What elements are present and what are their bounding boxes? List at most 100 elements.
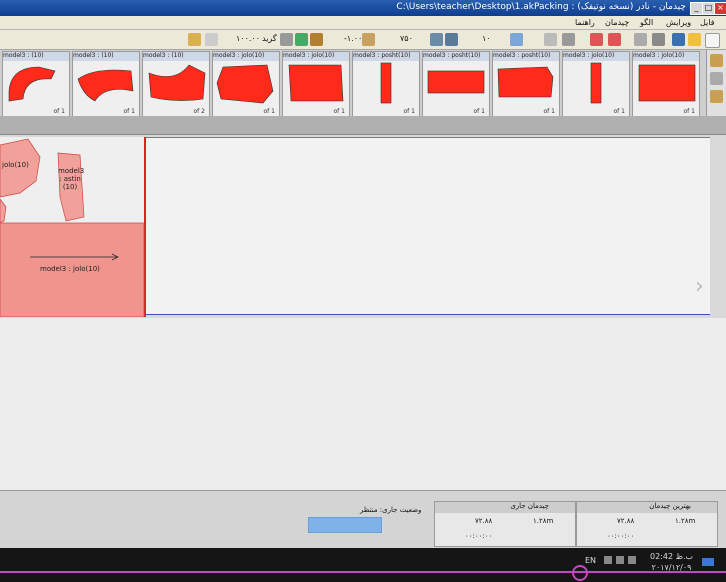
thumbnail-title: model3 : (10) [73, 52, 139, 61]
flip-icon[interactable] [634, 33, 647, 46]
thumbnail-shape [216, 64, 274, 104]
placed-piece[interactable] [0, 198, 7, 224]
tool-icon[interactable] [710, 90, 723, 103]
menu-edit[interactable]: ویرایش [666, 18, 691, 27]
thumbnail-title: model3 : posht(10) [423, 52, 489, 61]
chevron-right-icon[interactable]: › [695, 274, 704, 299]
grid-icon[interactable] [562, 33, 575, 46]
settings-icon[interactable] [280, 33, 293, 46]
thumbnail-title: model3 : posht(10) [353, 52, 419, 61]
show-desktop-icon[interactable] [702, 558, 714, 566]
undo-icon[interactable] [608, 33, 621, 46]
thumbnail-count: of 1 [263, 108, 275, 115]
thumbnail-shape [380, 62, 392, 104]
tray-icon[interactable] [604, 556, 612, 564]
title-bar: C:\Users\teacher\Desktop\1.akPacking : (… [0, 0, 726, 16]
fabric-sheet: jolo(10) model3 : astin (10) model3 : jo… [0, 137, 146, 317]
side-tool-strip [706, 50, 726, 120]
display-icon[interactable] [445, 33, 458, 46]
piece-label: model3 : jolo(10) [40, 265, 100, 273]
clock[interactable]: 02:42 ب.ظ ۲۰۱۷/۱۲/۰۹ [650, 551, 693, 573]
pattern-thumbnail[interactable]: model3 : (10) of 1 [2, 51, 70, 117]
thumbnail-title: model3 : (10) [143, 52, 209, 61]
piece-label: model3 : astin (10) [58, 167, 85, 191]
layout-icon[interactable] [510, 33, 523, 46]
efficiency-value: ۷۲.۸۸ [617, 517, 635, 525]
tool-icon[interactable] [710, 54, 723, 67]
splitter-bar[interactable] [0, 116, 726, 135]
thumbnail-count: of 1 [473, 108, 485, 115]
thumbnail-title: model3 : jolo(10) [563, 52, 629, 61]
length-value: ۱.۲۸m [533, 517, 554, 525]
thumbnail-shape [8, 66, 56, 102]
clock-time: 02:42 ب.ظ [650, 552, 694, 561]
thumbnail-shape [148, 64, 206, 101]
swap-icon[interactable] [652, 33, 665, 46]
thumbnail-count: of 1 [683, 108, 695, 115]
pattern-thumbnail[interactable]: model3 : jolo(10) of 1 [282, 51, 350, 117]
image-icon[interactable] [430, 33, 443, 46]
help-icon[interactable] [295, 33, 308, 46]
current-layout-panel: چیدمان جاری ۱.۲۸m ۷۲.۸۸ ۰۰:۰۰:۰۰ [434, 501, 576, 547]
thumbnail-shape [497, 66, 554, 98]
tool-icon[interactable] [710, 72, 723, 85]
time-value: ۰۰:۰۰:۰۰ [465, 532, 493, 540]
time-value: ۰۰:۰۰:۰۰ [607, 532, 635, 540]
thumbnail-shape [427, 70, 485, 94]
tool-icon[interactable] [310, 33, 323, 46]
play-icon[interactable] [544, 33, 557, 46]
progress-button[interactable] [308, 517, 382, 533]
thumbnail-title: model3 : jolo(10) [213, 52, 279, 61]
pattern-thumbnail[interactable]: model3 : jolo(10) of 1 [632, 51, 700, 117]
zoom-value[interactable]: ۱۰۰.۰۰ [236, 34, 260, 43]
close-button[interactable]: × [714, 2, 726, 15]
menu-pattern[interactable]: الگو [640, 18, 653, 27]
piece-label: jolo(10) [2, 161, 29, 169]
window-title: C:\Users\teacher\Desktop\1.akPacking : (… [396, 2, 686, 12]
menu-layout[interactable]: چیدمان [605, 18, 629, 27]
pattern-thumbnail-strip: model3 : (10) of 1 model3 : (10) of 1 mo… [0, 50, 706, 117]
open-icon[interactable] [688, 33, 701, 46]
best-layout-panel: بهترین چیدمان ۱.۲۸m ۷۲.۸۸ ۰۰:۰۰:۰۰ [576, 501, 718, 547]
menu-file[interactable]: فایل [700, 18, 715, 27]
pattern-thumbnail[interactable]: model3 : posht(10) of 1 [352, 51, 420, 117]
panel-title: بهترین چیدمان [577, 502, 717, 513]
thumbnail-count: of 1 [403, 108, 415, 115]
pattern-thumbnail[interactable]: model3 : (10) of 1 [72, 51, 140, 117]
panel-title: چیدمان جاری [435, 502, 575, 513]
menu-help[interactable]: راهنما [575, 18, 595, 27]
zoom-label: گرید [262, 34, 277, 43]
language-indicator[interactable]: EN [585, 556, 596, 565]
thumbnail-count: of 1 [543, 108, 555, 115]
thumbnail-shape [590, 62, 602, 104]
cursor-highlight [572, 565, 588, 581]
menu-bar: فایل ویرایش الگو چیدمان راهنما [0, 16, 726, 30]
pattern-thumbnail[interactable]: model3 : jolo(10) of 1 [562, 51, 630, 117]
count-value[interactable]: ۱۰ [482, 34, 491, 43]
redo-icon[interactable] [590, 33, 603, 46]
width-value[interactable]: ۷۵۰ [400, 34, 413, 43]
thumbnail-count: of 1 [613, 108, 625, 115]
thumbnail-count: of 1 [123, 108, 135, 115]
pattern-thumbnail[interactable]: model3 : jolo(10) of 1 [212, 51, 280, 117]
toolbar: ۱۰ ۷۵۰ -۱.۰۰ گرید ۱۰۰.۰۰ [0, 30, 726, 50]
save-icon[interactable] [672, 33, 685, 46]
thumbnail-count: of 2 [193, 108, 205, 115]
thumbnail-shape [77, 69, 134, 102]
offset-value[interactable]: -۱.۰۰ [344, 34, 362, 43]
thumbnail-title: model3 : (10) [3, 52, 69, 61]
tray-icon[interactable] [628, 556, 636, 564]
new-icon[interactable] [705, 33, 720, 48]
thumbnail-title: model3 : posht(10) [493, 52, 559, 61]
ruler-icon[interactable] [362, 33, 375, 46]
pattern-thumbnail[interactable]: model3 : (10) of 2 [142, 51, 210, 117]
empty-workspace [0, 318, 726, 490]
select-icon[interactable] [205, 33, 218, 46]
thumbnail-count: of 1 [53, 108, 65, 115]
pattern-thumbnail[interactable]: model3 : posht(10) of 1 [492, 51, 560, 117]
tray-icon[interactable] [616, 556, 624, 564]
pencil-icon[interactable] [188, 33, 201, 46]
taskbar: EN 02:42 ب.ظ ۲۰۱۷/۱۲/۰۹ [0, 548, 726, 582]
pattern-thumbnail[interactable]: model3 : posht(10) of 1 [422, 51, 490, 117]
thumbnail-shape [288, 64, 344, 102]
